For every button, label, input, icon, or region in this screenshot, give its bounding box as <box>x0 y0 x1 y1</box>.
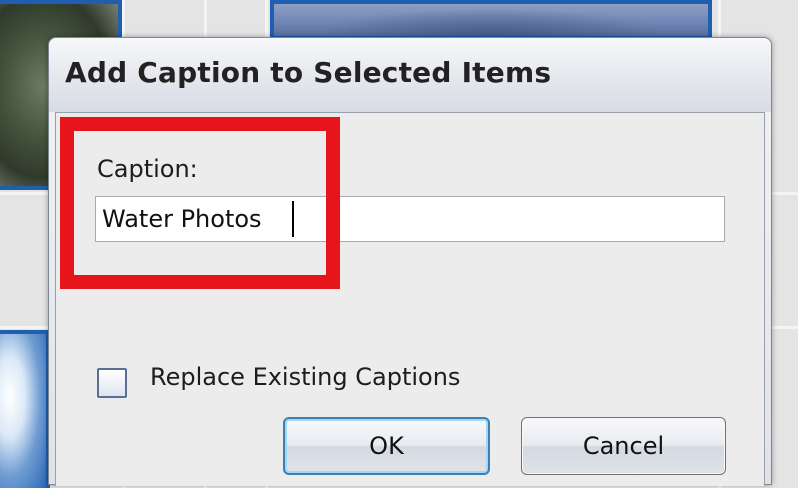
highlight-box <box>60 117 340 289</box>
ok-button[interactable]: OK <box>283 417 490 475</box>
replace-existing-checkbox[interactable] <box>97 368 127 398</box>
cancel-button[interactable]: Cancel <box>521 417 726 475</box>
replace-existing-label[interactable]: Replace Existing Captions <box>150 363 460 391</box>
photo-thumbnail[interactable] <box>0 330 50 488</box>
dialog-title-bar[interactable]: Add Caption to Selected Items <box>49 38 771 112</box>
photo-thumbnail[interactable] <box>270 0 712 40</box>
dialog-title: Add Caption to Selected Items <box>65 56 552 89</box>
